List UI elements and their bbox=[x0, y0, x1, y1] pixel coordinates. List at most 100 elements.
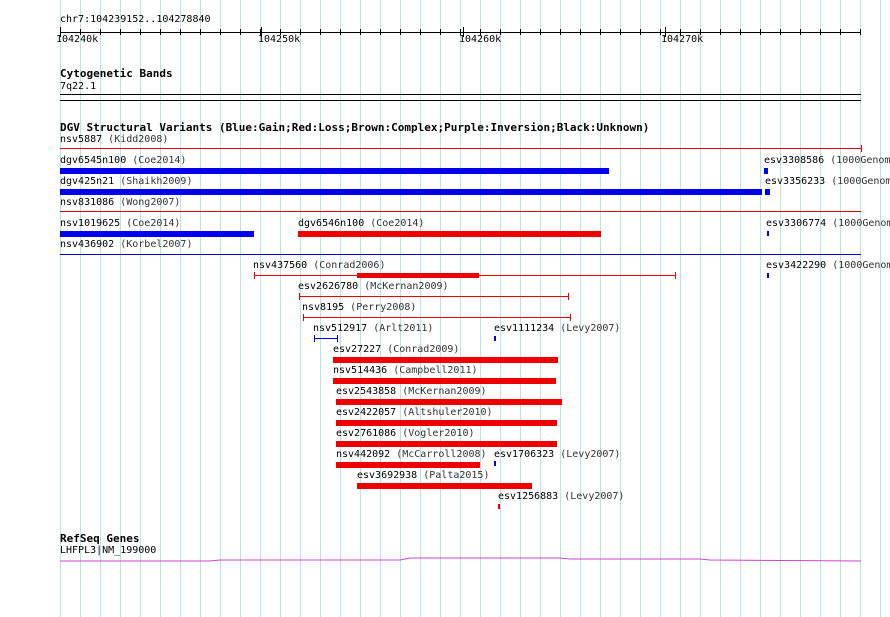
feature-source: (Kidd2008) bbox=[108, 134, 169, 145]
tick-label-104270k: 104270k bbox=[661, 34, 704, 45]
feature-label-esv2422057[interactable]: esv2422057 (Altshuler2010) bbox=[336, 407, 493, 419]
feature-bar-dgv6546n100[interactable] bbox=[298, 231, 601, 237]
feature-label-dgv6546n100[interactable]: dgv6546n100 (Coe2014) bbox=[298, 218, 424, 230]
feature-bar-esv3308586[interactable] bbox=[764, 168, 768, 174]
feature-end-tick bbox=[254, 272, 255, 279]
feature-id: esv1256883 bbox=[498, 491, 565, 502]
feature-label-esv27227[interactable]: esv27227 (Conrad2009) bbox=[333, 344, 459, 356]
tick-label-104260k: 104260k bbox=[459, 34, 502, 45]
feature-id: nsv514436 bbox=[333, 365, 394, 376]
feature-source: (Levy2007) bbox=[564, 491, 625, 502]
feature-label-dgv6545n100[interactable]: dgv6545n100 (Coe2014) bbox=[60, 155, 186, 167]
feature-label-nsv437560[interactable]: nsv437560 (Conrad2006) bbox=[253, 260, 385, 272]
feature-label-esv3308586[interactable]: esv3308586 (1000Genom bbox=[764, 155, 890, 167]
feature-id: dgv6545n100 bbox=[60, 155, 133, 166]
feature-source: (Arlt2011) bbox=[373, 323, 434, 334]
ruler-tick bbox=[760, 29, 761, 35]
feature-bar-nsv512917[interactable] bbox=[314, 338, 337, 339]
feature-bar-esv27227[interactable] bbox=[333, 357, 558, 363]
ruler-tick bbox=[640, 29, 641, 35]
feature-bar-nsv514436[interactable] bbox=[333, 378, 556, 384]
feature-bar-dgv6545n100[interactable] bbox=[60, 168, 609, 174]
feature-bar-nsv1019625[interactable] bbox=[60, 231, 254, 237]
ruler-tick bbox=[580, 29, 581, 35]
feature-end-tick bbox=[314, 335, 315, 342]
feature-label-esv3692938[interactable]: esv3692938 (Palta2015) bbox=[357, 470, 489, 482]
feature-label-nsv436902[interactable]: nsv436902 (Korbel2007) bbox=[60, 239, 192, 251]
feature-bar-nsv442092[interactable] bbox=[336, 462, 480, 468]
feature-label-esv3422290[interactable]: esv3422290 (1000Genom bbox=[766, 260, 890, 272]
feature-source: (1000Genom bbox=[832, 218, 890, 229]
feature-id: nsv437560 bbox=[253, 260, 314, 271]
ruler-tick bbox=[220, 29, 221, 35]
feature-bar-nsv437560-1[interactable] bbox=[357, 273, 479, 278]
feature-bar-esv1111234[interactable] bbox=[494, 336, 496, 341]
feature-bar-esv1706323[interactable] bbox=[494, 461, 496, 466]
feature-label-esv2626780[interactable]: esv2626780 (McKernan2009) bbox=[298, 281, 449, 293]
location-label: chr7:104239152..104278840 bbox=[60, 14, 211, 25]
feature-id: esv1706323 bbox=[494, 449, 561, 460]
ruler-tick bbox=[720, 29, 721, 35]
feature-bar-esv2422057[interactable] bbox=[336, 420, 557, 426]
feature-id: esv3692938 bbox=[357, 470, 424, 481]
ruler-tick bbox=[840, 29, 841, 35]
gene-line bbox=[60, 557, 862, 562]
feature-bar-esv3356233[interactable] bbox=[765, 189, 770, 195]
feature-id: esv3422290 bbox=[766, 260, 833, 271]
feature-source: (Perry2008) bbox=[350, 302, 417, 313]
feature-bar-esv2543858[interactable] bbox=[336, 399, 562, 405]
feature-source: (Wong2007) bbox=[120, 197, 181, 208]
feature-source: (Coe2014) bbox=[132, 155, 187, 166]
feature-bar-esv1256883[interactable] bbox=[498, 504, 500, 509]
feature-label-esv3356233[interactable]: esv3356233 (1000Genom bbox=[765, 176, 890, 188]
feature-label-nsv5887[interactable]: nsv5887 (Kidd2008) bbox=[60, 134, 168, 146]
feature-label-nsv512917[interactable]: nsv512917 (Arlt2011) bbox=[313, 323, 433, 335]
feature-source: (1000Genom bbox=[831, 176, 890, 187]
feature-bar-esv3306774[interactable] bbox=[767, 231, 769, 236]
feature-label-dgv425n21[interactable]: dgv425n21 (Shaikh2009) bbox=[60, 176, 192, 188]
feature-label-esv2761086[interactable]: esv2761086 (Vogler2010) bbox=[336, 428, 474, 440]
feature-id: dgv425n21 bbox=[60, 176, 121, 187]
feature-id: esv3308586 bbox=[764, 155, 831, 166]
feature-end-tick bbox=[303, 314, 304, 321]
feature-source: (Vogler2010) bbox=[402, 428, 475, 439]
ruler-tick bbox=[800, 29, 801, 35]
feature-label-nsv8195[interactable]: nsv8195 (Perry2008) bbox=[302, 302, 416, 314]
feature-bar-esv3692938[interactable] bbox=[357, 483, 532, 489]
feature-source: (Korbel2007) bbox=[120, 239, 193, 250]
gene-model[interactable] bbox=[0, 550, 890, 570]
feature-bar-nsv8195[interactable] bbox=[303, 317, 570, 318]
feature-label-nsv1019625[interactable]: nsv1019625 (Coe2014) bbox=[60, 218, 180, 230]
ruler-tick bbox=[120, 29, 121, 35]
feature-label-esv1256883[interactable]: esv1256883 (Levy2007) bbox=[498, 491, 624, 503]
refseq-track-title: RefSeq Genes bbox=[60, 532, 140, 545]
feature-end-tick bbox=[570, 314, 571, 321]
feature-label-esv1706323[interactable]: esv1706323 (Levy2007) bbox=[494, 449, 620, 461]
feature-label-esv2543858[interactable]: esv2543858 (McKernan2009) bbox=[336, 386, 487, 398]
feature-source: (Levy2007) bbox=[560, 323, 621, 334]
feature-source: (Coe2014) bbox=[126, 218, 181, 229]
feature-bar-nsv831086[interactable] bbox=[60, 211, 861, 212]
feature-bar-esv2761086[interactable] bbox=[336, 441, 557, 447]
feature-end-tick bbox=[337, 335, 338, 342]
feature-source: (McKernan2009) bbox=[364, 281, 449, 292]
feature-bar-nsv5887[interactable] bbox=[60, 148, 861, 149]
feature-bar-esv2626780[interactable] bbox=[299, 296, 568, 297]
feature-bar-esv3422290[interactable] bbox=[767, 273, 769, 278]
feature-label-esv3306774[interactable]: esv3306774 (1000Genom bbox=[766, 218, 890, 230]
feature-bar-nsv436902[interactable] bbox=[60, 254, 861, 255]
feature-bar-dgv425n21[interactable] bbox=[60, 189, 762, 195]
feature-end-tick bbox=[861, 145, 862, 152]
feature-label-nsv442092[interactable]: nsv442092 (McCarroll2008) bbox=[336, 449, 487, 461]
ruler-tick bbox=[540, 29, 541, 35]
ruler-tick bbox=[560, 29, 561, 35]
ruler-tick bbox=[520, 29, 521, 35]
ruler-tick bbox=[140, 29, 141, 35]
ruler-tick bbox=[740, 29, 741, 35]
feature-source: (McKernan2009) bbox=[402, 386, 487, 397]
feature-source: (Conrad2006) bbox=[313, 260, 386, 271]
feature-id: nsv5887 bbox=[60, 134, 109, 145]
feature-label-nsv514436[interactable]: nsv514436 (Campbell2011) bbox=[333, 365, 478, 377]
feature-label-esv1111234[interactable]: esv1111234 (Levy2007) bbox=[494, 323, 620, 335]
feature-label-nsv831086[interactable]: nsv831086 (Wong2007) bbox=[60, 197, 180, 209]
